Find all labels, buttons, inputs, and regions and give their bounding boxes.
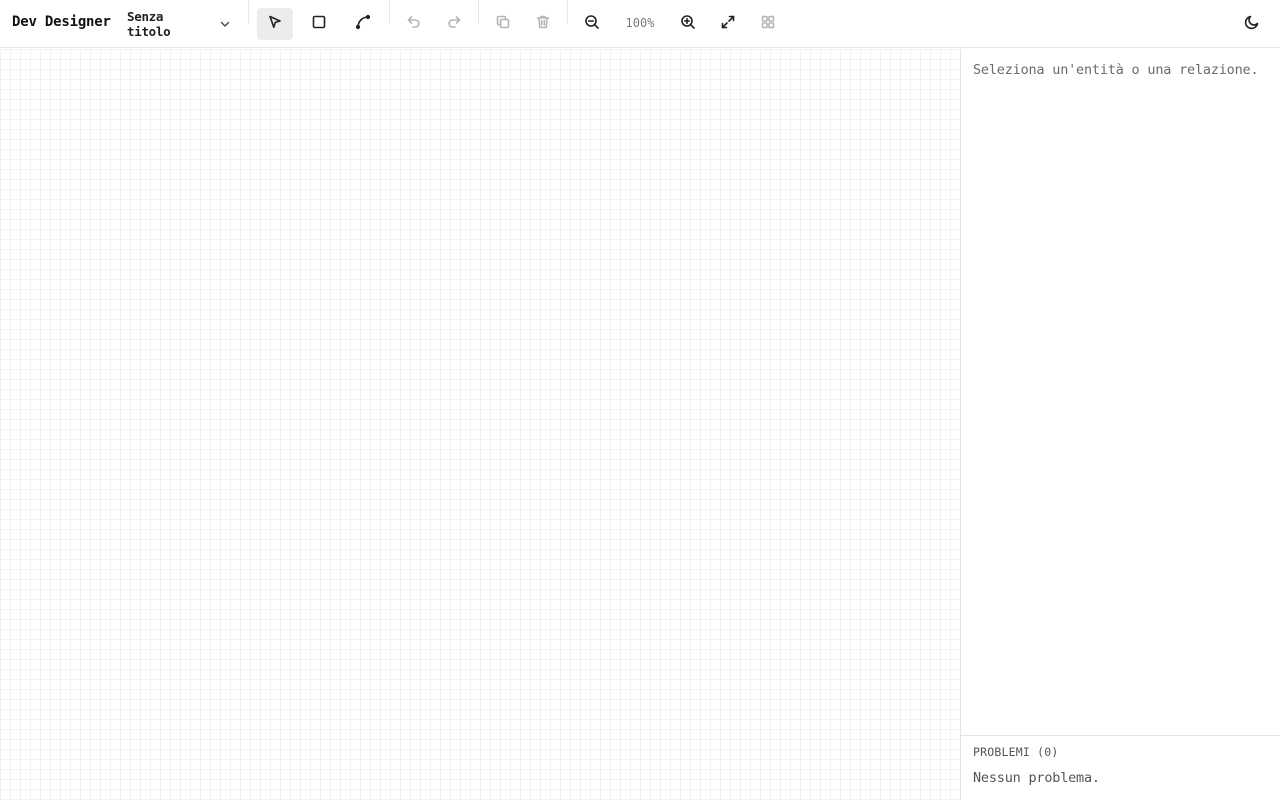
undo-icon <box>406 14 422 34</box>
toolbar-divider <box>478 0 479 24</box>
problems-title: PROBLEMI (0) <box>973 745 1059 759</box>
auto-layout-button[interactable] <box>750 8 786 40</box>
problems-section: PROBLEMI (0) Nessun problema. <box>961 735 1280 800</box>
copy-icon <box>495 14 511 34</box>
toolbar-divider <box>567 0 568 24</box>
chevron-down-icon <box>219 18 231 30</box>
expand-icon <box>720 14 736 34</box>
inspector-empty-message: Seleziona un'entità o una relazione. <box>973 62 1259 78</box>
diagram-canvas[interactable] <box>0 49 960 800</box>
top-toolbar: Dev Designer Senza titolo 100% <box>0 0 1280 48</box>
toolbar-divider <box>248 0 249 24</box>
theme-toggle-button[interactable] <box>1234 8 1270 40</box>
duplicate-button[interactable] <box>485 8 521 40</box>
inspector-panel: Seleziona un'entità o una relazione. PRO… <box>960 49 1280 800</box>
entity-tool-button[interactable] <box>301 8 337 40</box>
zoom-level: 100% <box>625 16 655 30</box>
undo-button[interactable] <box>396 8 432 40</box>
document-name-dropdown[interactable]: Senza titolo <box>120 8 238 40</box>
zoom-in-button[interactable] <box>670 8 706 40</box>
redo-icon <box>446 14 462 34</box>
grid-icon <box>760 14 776 34</box>
problems-empty-message: Nessun problema. <box>973 770 1100 786</box>
document-name: Senza titolo <box>127 9 171 39</box>
square-icon <box>311 14 327 34</box>
zoom-out-icon <box>584 14 600 34</box>
app-title: Dev Designer <box>12 14 111 30</box>
moon-icon <box>1244 14 1260 34</box>
redo-button[interactable] <box>436 8 472 40</box>
delete-button[interactable] <box>525 8 561 40</box>
zoom-out-button[interactable] <box>574 8 610 40</box>
cursor-arrow-icon <box>267 14 283 34</box>
select-tool-button[interactable] <box>257 8 293 40</box>
relation-tool-button[interactable] <box>345 8 381 40</box>
trash-icon <box>535 14 551 34</box>
curve-connector-icon <box>355 14 371 34</box>
toolbar-divider <box>389 0 390 24</box>
fit-view-button[interactable] <box>710 8 746 40</box>
zoom-in-icon <box>680 14 696 34</box>
